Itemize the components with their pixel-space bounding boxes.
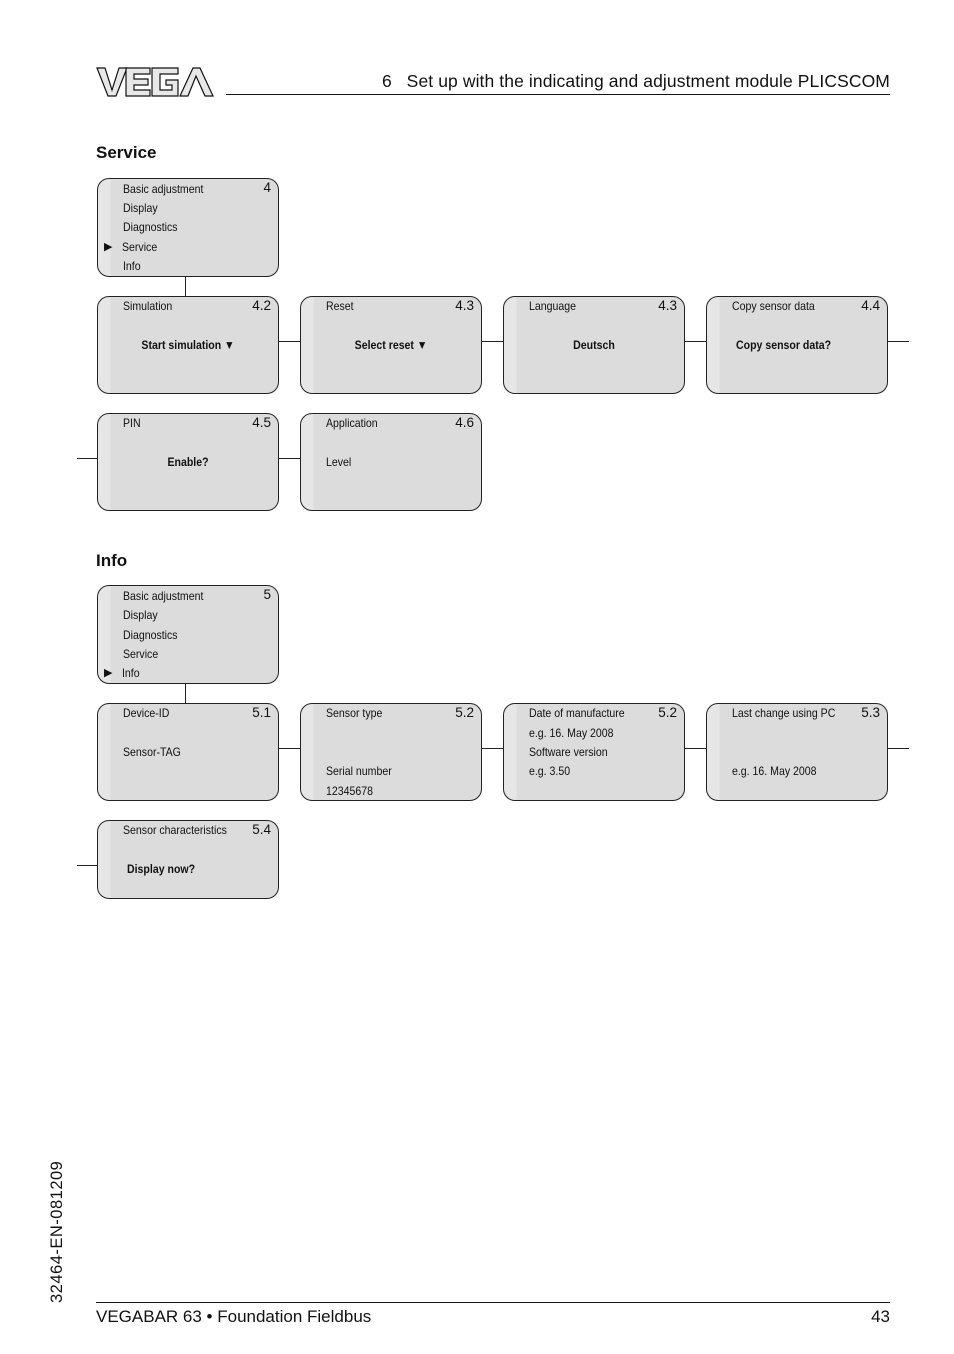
box-number: 4.6	[455, 415, 474, 430]
page-number: 43	[871, 1307, 890, 1326]
connector	[77, 865, 98, 866]
info-menu-box[interactable]: 5 Basic adjustment Display Diagnostics S…	[97, 585, 279, 684]
connector	[279, 458, 301, 459]
reset-box[interactable]: Reset 4.3 Select reset ▼	[300, 296, 482, 394]
menu-item-basic-adjustment[interactable]: Basic adjustment	[123, 589, 203, 603]
box-title: Sensor characteristics	[123, 823, 227, 837]
pointer-icon: ▶	[104, 667, 113, 679]
copy-sensor-data-box[interactable]: Copy sensor data 4.4 Copy sensor data?	[706, 296, 888, 394]
connector	[77, 458, 98, 459]
sensor-characteristics-box[interactable]: Sensor characteristics 5.4 Display now?	[97, 820, 279, 899]
box-number: 4.3	[658, 298, 677, 313]
box-line: Software version	[529, 745, 608, 759]
pointer-icon: ▶	[104, 241, 113, 253]
service-menu-box[interactable]: 4 Basic adjustment Display Diagnostics ▶…	[97, 178, 279, 277]
box-value: Deutsch	[573, 338, 615, 352]
section-title-info: Info	[96, 551, 128, 570]
menu-item-service[interactable]: Service	[123, 647, 158, 661]
box-number: 5.3	[861, 705, 880, 720]
menu-item-basic-adjustment[interactable]: Basic adjustment	[123, 182, 203, 196]
simulation-box[interactable]: Simulation 4.2 Start simulation ▼	[97, 296, 279, 394]
device-id-box[interactable]: Device-ID 5.1 Sensor-TAG	[97, 703, 279, 801]
box-number: 5.2	[455, 705, 474, 720]
box-line: e.g. 16. May 2008	[529, 726, 614, 740]
box-line: e.g. 3.50	[529, 764, 571, 778]
date-of-manufacture-box[interactable]: Date of manufacture 5.2 e.g. 16. May 200…	[503, 703, 685, 801]
box-title: Device-ID	[123, 706, 170, 720]
application-box[interactable]: Application 4.6 Level	[300, 413, 482, 511]
document-code: 32464-EN-081209	[48, 1160, 66, 1303]
pin-box[interactable]: PIN 4.5 Enable?	[97, 413, 279, 511]
connector	[279, 341, 301, 342]
connector	[482, 341, 504, 342]
box-line: 12345678	[326, 784, 373, 798]
menu-item-info[interactable]: Info	[122, 666, 140, 680]
box-line: e.g. 16. May 2008	[732, 764, 817, 778]
box-line: Sensor-TAG	[123, 745, 181, 759]
menu-item-display[interactable]: Display	[123, 201, 158, 215]
connector	[888, 748, 909, 749]
box-number: 4.5	[252, 415, 271, 430]
menu-item-diagnostics[interactable]: Diagnostics	[123, 628, 178, 642]
header-rule	[226, 94, 890, 95]
connector	[185, 277, 186, 296]
box-title: Reset	[326, 299, 354, 313]
language-box[interactable]: Language 4.3 Deutsch	[503, 296, 685, 394]
box-number: 4.2	[252, 298, 271, 313]
last-change-box[interactable]: Last change using PC 5.3 e.g. 16. May 20…	[706, 703, 888, 801]
footer-rule	[96, 1302, 890, 1303]
box-title: Simulation	[123, 299, 173, 313]
box-value: Display now?	[127, 862, 196, 876]
sensor-type-box[interactable]: Sensor type 5.2 Serial number 12345678	[300, 703, 482, 801]
box-value: Select reset ▼	[354, 338, 428, 352]
menu-number: 4	[263, 180, 271, 195]
menu-item-display[interactable]: Display	[123, 608, 158, 622]
footer-product: VEGABAR 63 • Foundation Fieldbus	[96, 1307, 372, 1326]
menu-item-info[interactable]: Info	[123, 259, 141, 273]
connector	[685, 748, 707, 749]
vega-logo	[96, 67, 214, 97]
connector	[888, 341, 909, 342]
box-title: Language	[529, 299, 576, 313]
box-number: 4.3	[455, 298, 474, 313]
connector	[185, 684, 186, 703]
box-title: Application	[326, 416, 378, 430]
box-title: Copy sensor data	[732, 299, 815, 313]
box-number: 5.1	[252, 705, 271, 720]
box-number: 5.4	[252, 822, 271, 837]
box-title: PIN	[123, 416, 141, 430]
menu-item-service[interactable]: Service	[122, 240, 157, 254]
box-value: Enable?	[167, 455, 209, 469]
box-number: 4.4	[861, 298, 880, 313]
box-line: Serial number	[326, 764, 392, 778]
chapter-title: 6 Set up with the indicating and adjustm…	[381, 71, 890, 91]
box-value: Copy sensor data?	[736, 338, 832, 352]
box-value: Start simulation ▼	[141, 338, 235, 352]
box-title: Sensor type	[326, 706, 383, 720]
connector	[685, 341, 707, 342]
box-number: 5.2	[658, 705, 677, 720]
connector	[279, 748, 301, 749]
menu-item-diagnostics[interactable]: Diagnostics	[123, 220, 178, 234]
box-title: Last change using PC	[732, 706, 836, 720]
box-title: Date of manufacture	[529, 706, 625, 720]
connector	[482, 748, 504, 749]
section-title-service: Service	[96, 143, 157, 162]
menu-number: 5	[263, 587, 271, 602]
box-value: Level	[326, 455, 352, 469]
